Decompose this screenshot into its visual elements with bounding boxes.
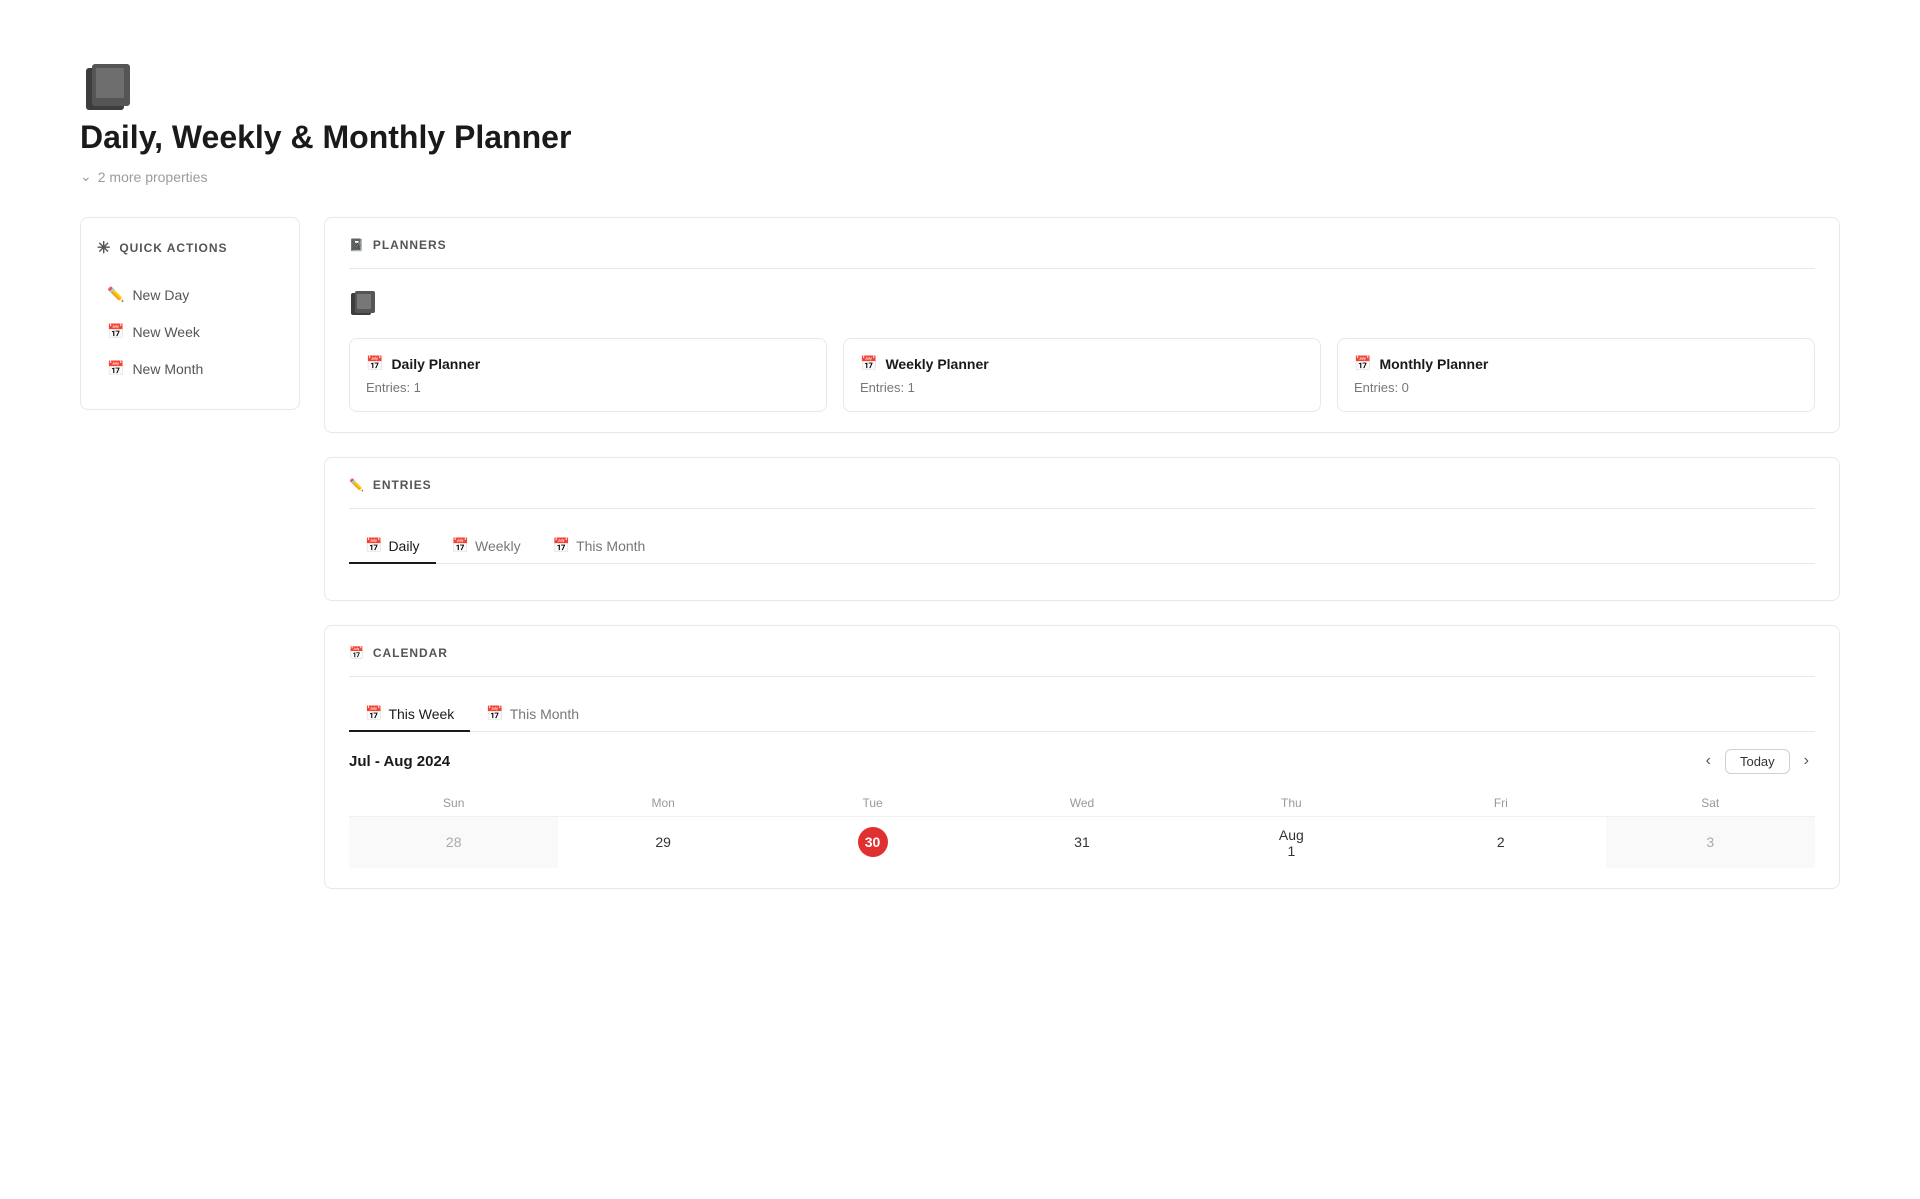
app-logo-container (80, 60, 1840, 119)
new-month-button[interactable]: 📅 New Month (97, 352, 283, 385)
weekly-planner-card[interactable]: 📅 Weekly Planner Entries: 1 (843, 338, 1321, 412)
calendar-grid: Sun Mon Tue Wed Thu Fri Sat 28 (349, 790, 1815, 868)
this-week-tab-icon: 📅 (365, 705, 382, 722)
monthly-planner-entries: Entries: 0 (1354, 380, 1798, 395)
entries-header: ✏️ ENTRIES (349, 478, 1815, 509)
month-tab-icon: 📅 (553, 537, 570, 554)
new-day-button[interactable]: ✏️ New Day (97, 278, 283, 311)
monthly-planner-card[interactable]: 📅 Monthly Planner Entries: 0 (1337, 338, 1815, 412)
day-number-aug1: Aug 1 (1276, 828, 1306, 858)
pencil-entries-icon: ✏️ (349, 478, 365, 492)
daily-tab-icon: 📅 (365, 537, 382, 554)
app-logo-icon (80, 60, 134, 114)
quick-actions-panel: ✳ QUICK ACTIONS ✏️ New Day 📅 New Week 📅 … (80, 217, 300, 410)
more-properties-toggle[interactable]: ⌄ 2 more properties (80, 168, 1840, 185)
page-title: Daily, Weekly & Monthly Planner (80, 119, 1840, 156)
entries-tabs: 📅 Daily 📅 Weekly 📅 This Month (349, 529, 1815, 564)
calendar-section-icon: 📅 (349, 646, 365, 660)
calendar-cell-2[interactable]: 2 (1396, 817, 1605, 869)
tab-this-week[interactable]: 📅 This Week (349, 697, 470, 732)
calendar-cell-29[interactable]: 29 (558, 817, 767, 869)
quick-actions-header: ✳ QUICK ACTIONS (97, 238, 283, 258)
next-arrow[interactable]: › (1798, 748, 1815, 774)
day-wed: Wed (977, 790, 1186, 817)
day-number-30: 30 (858, 827, 888, 857)
calendar-cell-aug1[interactable]: Aug 1 (1187, 817, 1396, 869)
planners-section: 📓 PLANNERS 📅 Daily Planner Entries: 1 (324, 217, 1840, 433)
notebook-icon: 📓 (349, 238, 365, 252)
calendar-week-icon: 📅 (107, 323, 124, 340)
daily-planner-entries: Entries: 1 (366, 380, 810, 395)
day-fri: Fri (1396, 790, 1605, 817)
this-month-cal-tab-icon: 📅 (486, 705, 503, 722)
pencil-icon: ✏️ (107, 286, 124, 303)
day-number-2: 2 (1486, 827, 1516, 857)
tab-weekly[interactable]: 📅 Weekly (436, 529, 537, 564)
day-number-29: 29 (648, 827, 678, 857)
day-tue: Tue (768, 790, 977, 817)
tab-this-month-cal[interactable]: 📅 This Month (470, 697, 595, 732)
calendar-cell-31[interactable]: 31 (977, 817, 1186, 869)
day-thu: Thu (1187, 790, 1396, 817)
day-number-3: 3 (1695, 827, 1725, 857)
prev-arrow[interactable]: ‹ (1700, 748, 1717, 774)
more-properties-label: 2 more properties (98, 169, 208, 185)
entries-section: ✏️ ENTRIES 📅 Daily 📅 Weekly 📅 This Month (324, 457, 1840, 601)
tab-daily[interactable]: 📅 Daily (349, 529, 436, 564)
day-number-31: 31 (1067, 827, 1097, 857)
day-sun: Sun (349, 790, 558, 817)
calendar-nav: Jul - Aug 2024 ‹ Today › (349, 748, 1815, 774)
day-sat: Sat (1606, 790, 1815, 817)
daily-planner-icon: 📅 (366, 355, 383, 372)
planners-header: 📓 PLANNERS (349, 238, 1815, 269)
weekly-tab-icon: 📅 (452, 537, 469, 554)
calendar-section: 📅 CALENDAR 📅 This Week 📅 This Month Jul … (324, 625, 1840, 889)
monthly-planner-icon: 📅 (1354, 355, 1371, 372)
new-week-button[interactable]: 📅 New Week (97, 315, 283, 348)
calendar-cell-28[interactable]: 28 (349, 817, 558, 869)
chevron-down-icon: ⌄ (80, 168, 92, 185)
calendar-cell-30[interactable]: 30 (768, 817, 977, 869)
calendar-controls: ‹ Today › (1700, 748, 1815, 774)
today-button[interactable]: Today (1725, 749, 1790, 774)
planner-icon (349, 289, 1815, 322)
tab-this-month[interactable]: 📅 This Month (537, 529, 662, 564)
day-number-28: 28 (439, 827, 469, 857)
weekly-planner-icon: 📅 (860, 355, 877, 372)
day-mon: Mon (558, 790, 767, 817)
calendar-header: 📅 CALENDAR (349, 646, 1815, 677)
calendar-row: 28 29 30 31 Aug 1 (349, 817, 1815, 869)
calendar-month-icon: 📅 (107, 360, 124, 377)
calendar-nav-title: Jul - Aug 2024 (349, 753, 450, 770)
weekly-planner-entries: Entries: 1 (860, 380, 1304, 395)
calendar-days-header: Sun Mon Tue Wed Thu Fri Sat (349, 790, 1815, 817)
daily-planner-card[interactable]: 📅 Daily Planner Entries: 1 (349, 338, 827, 412)
calendar-tabs: 📅 This Week 📅 This Month (349, 697, 1815, 732)
calendar-cell-3[interactable]: 3 (1606, 817, 1815, 869)
sparkle-icon: ✳ (97, 238, 111, 258)
